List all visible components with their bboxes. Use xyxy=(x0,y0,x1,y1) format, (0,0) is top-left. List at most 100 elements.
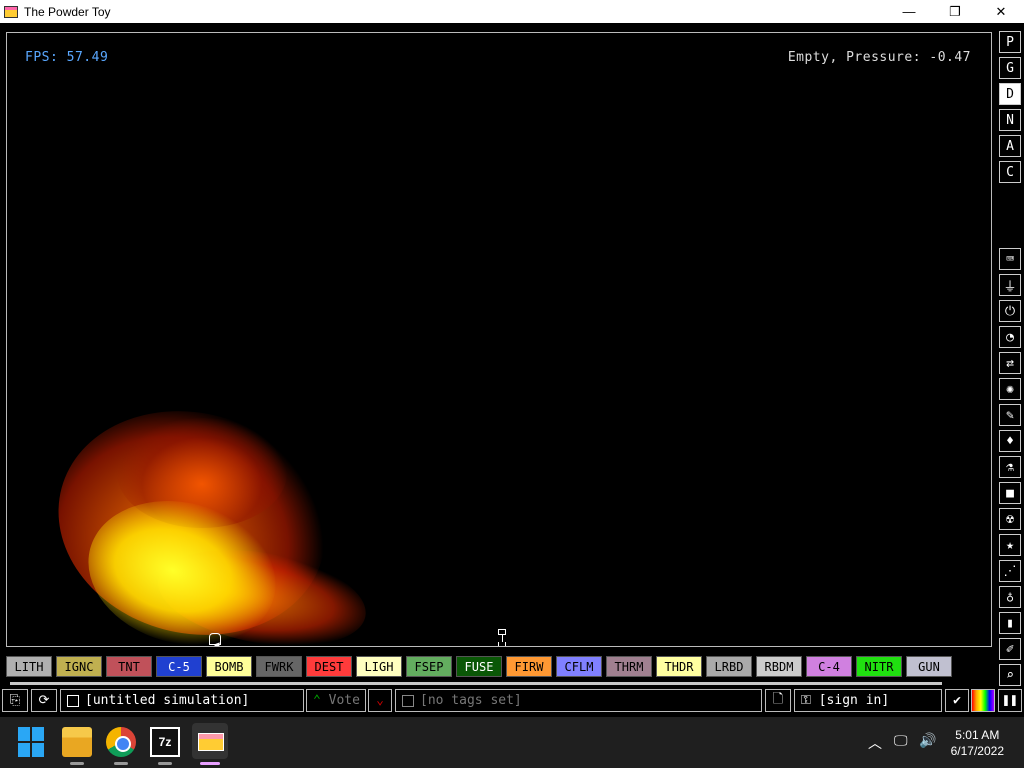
element-lrbd-button[interactable]: LRBD xyxy=(706,656,752,677)
save-icon xyxy=(67,694,79,707)
wand-category-button[interactable]: ✎ xyxy=(999,404,1021,426)
window-titlebar: The Powder Toy — ❐ ✕ xyxy=(0,0,1024,23)
element-fwrk-button[interactable]: FWRK xyxy=(256,656,302,677)
window-title: The Powder Toy xyxy=(24,4,111,19)
bulb-icon: ♁ xyxy=(1006,589,1014,605)
search-category-button[interactable]: ⌕ xyxy=(999,664,1021,686)
settings-button[interactable]: ✔ xyxy=(945,689,969,712)
category-p-button[interactable]: P xyxy=(999,31,1021,53)
element-cflm-button[interactable]: CFLM xyxy=(556,656,602,677)
explorer-running-indicator xyxy=(70,762,84,765)
system-clock[interactable]: 5:01 AM 6/17/2022 xyxy=(951,727,1004,759)
category-c-button[interactable]: C xyxy=(999,161,1021,183)
reload-icon: ⟳ xyxy=(38,693,50,708)
element-bar: LITH IGNC TNT C-5 BOMB FWRK DEST LIGH FSEP FUSE FI… xyxy=(6,656,992,678)
powder-toy-taskbar-icon[interactable] xyxy=(192,723,228,759)
close-button[interactable]: ✕ xyxy=(978,0,1024,23)
sign-in-button[interactable]: ⚿ [sign in] xyxy=(794,689,942,712)
fps-counter: FPS: 57.49 xyxy=(25,50,109,65)
clock-time: 5:01 AM xyxy=(955,728,1000,742)
element-fuse-button[interactable]: FUSE xyxy=(456,656,502,677)
element-tnt-button[interactable]: TNT xyxy=(106,656,152,677)
new-document-icon: 🗋 xyxy=(772,691,784,707)
powder-toy-app-icon xyxy=(4,5,18,18)
dots-category-button[interactable]: ⋰ xyxy=(999,560,1021,582)
element-fsep-button[interactable]: FSEP xyxy=(406,656,452,677)
save-name-label: [untitled simulation] xyxy=(85,693,250,708)
wand-icon: ✎ xyxy=(1006,407,1014,423)
chrome-icon[interactable] xyxy=(106,727,136,757)
minimize-button[interactable]: — xyxy=(886,0,932,23)
element-c-4-button[interactable]: C-4 xyxy=(806,656,852,677)
explosive-icon: ✺ xyxy=(1006,381,1014,397)
clock-date: 6/17/2022 xyxy=(950,744,1004,758)
element-nitr-button[interactable]: NITR xyxy=(856,656,902,677)
bookmark-category-button[interactable]: ▮ xyxy=(999,612,1021,634)
7zip-icon[interactable]: 7z xyxy=(150,727,180,757)
maximize-button[interactable]: ❐ xyxy=(932,0,978,23)
dots-icon: ⋰ xyxy=(1003,563,1017,579)
power-icon: ⏻ xyxy=(1004,303,1016,319)
drop-category-button[interactable]: ♦ xyxy=(999,430,1021,452)
element-bomb-button[interactable]: BOMB xyxy=(206,656,252,677)
network-icon[interactable]: 🖵 xyxy=(894,733,908,749)
flask-category-button[interactable]: ⚗ xyxy=(999,456,1021,478)
bookmark-icon: ▮ xyxy=(1006,615,1014,631)
plug-category-button[interactable]: ⏚ xyxy=(999,274,1021,296)
vote-label: Vote xyxy=(328,693,360,708)
chevron-up-icon[interactable]: ︿ xyxy=(868,733,882,753)
keyboard-category-button[interactable]: ⌨ xyxy=(999,248,1021,270)
gauge-icon: ◔ xyxy=(1006,329,1014,345)
render-options-button[interactable] xyxy=(971,689,995,712)
radiation-category-button[interactable]: ☢ xyxy=(999,508,1021,530)
edit-category-button[interactable]: ✐ xyxy=(999,638,1021,660)
element-lith-button[interactable]: LITH xyxy=(6,656,52,677)
category-d-button[interactable]: D xyxy=(999,83,1021,105)
element-gun-button[interactable]: GUN xyxy=(906,656,952,677)
save-name-button[interactable]: [untitled simulation] xyxy=(60,689,304,712)
power-category-button[interactable]: ⏻ xyxy=(999,300,1021,322)
star-category-button[interactable]: ★ xyxy=(999,534,1021,556)
drop-icon: ♦ xyxy=(1006,433,1014,449)
stickman-figure xyxy=(497,629,507,646)
mouse-cursor-icon xyxy=(214,642,224,646)
open-save-icon: ⎘ xyxy=(9,693,21,708)
explosive-category-button[interactable]: ✺ xyxy=(999,378,1021,400)
sign-in-label: [sign in] xyxy=(818,693,890,708)
reload-button[interactable]: ⟳ xyxy=(31,689,57,712)
element-c-5-button[interactable]: C-5 xyxy=(156,656,202,677)
file-explorer-icon[interactable] xyxy=(62,727,92,757)
open-save-button[interactable]: ⎘ xyxy=(2,689,28,712)
element-thrm-button[interactable]: THRM xyxy=(606,656,652,677)
element-thdr-button[interactable]: THDR xyxy=(656,656,702,677)
new-simulation-button[interactable]: 🗋 xyxy=(765,689,791,712)
square-category-button[interactable]: ■ xyxy=(999,482,1021,504)
arrows-category-button[interactable]: ⇄ xyxy=(999,352,1021,374)
pause-button[interactable]: ❚❚ xyxy=(998,689,1022,712)
element-firw-button[interactable]: FIRW xyxy=(506,656,552,677)
bulb-category-button[interactable]: ♁ xyxy=(999,586,1021,608)
star-icon: ★ xyxy=(1006,537,1014,553)
pause-icon: ❚❚ xyxy=(1002,693,1018,708)
element-ignc-button[interactable]: IGNC xyxy=(56,656,102,677)
tags-button[interactable]: [no tags set] xyxy=(395,689,762,712)
vote-down-icon: ⌄ xyxy=(376,693,384,708)
windows-start-icon[interactable] xyxy=(18,727,48,757)
element-rbdm-button[interactable]: RBDM xyxy=(756,656,802,677)
category-a-button[interactable]: A xyxy=(999,135,1021,157)
keyboard-icon: ⌨ xyxy=(1006,251,1014,267)
search-icon: ⌕ xyxy=(1006,667,1014,683)
category-g-button[interactable]: G xyxy=(999,57,1021,79)
checkmark-icon: ✔ xyxy=(953,693,961,708)
vote-down-button[interactable]: ⌄ xyxy=(368,689,392,712)
element-scrollbar[interactable] xyxy=(10,682,942,685)
windows-taskbar: 7z ︿ 🖵 🔊 5:01 AM 6/17/2022 xyxy=(0,717,1024,768)
gauge-category-button[interactable]: ◔ xyxy=(999,326,1021,348)
arrows-icon: ⇄ xyxy=(1006,355,1014,371)
category-n-button[interactable]: N xyxy=(999,109,1021,131)
simulation-canvas[interactable]: FPS: 57.49 Empty, Pressure: -0.47 xyxy=(6,32,992,647)
vote-up-button[interactable]: ⌃ Vote xyxy=(306,689,366,712)
volume-icon[interactable]: 🔊 xyxy=(919,733,936,749)
element-dest-button[interactable]: DEST xyxy=(306,656,352,677)
element-ligh-button[interactable]: LIGH xyxy=(356,656,402,677)
